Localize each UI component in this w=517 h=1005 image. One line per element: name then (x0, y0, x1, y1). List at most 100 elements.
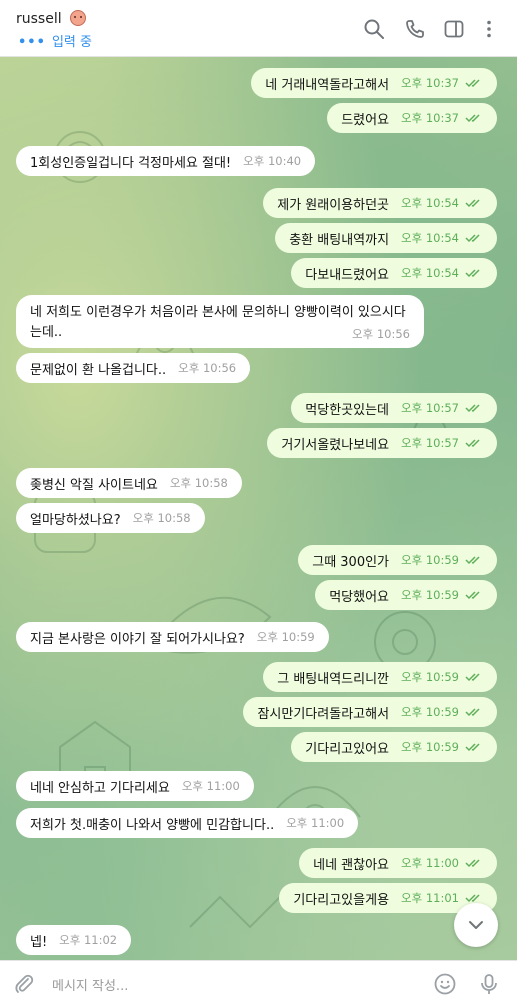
outgoing-message[interactable]: 먹당한곳있는데 오후 10:57 (291, 393, 497, 423)
message-text: 네 거래내역돌라고해서 (265, 77, 390, 93)
outgoing-message[interactable]: 잠시만기다려돌라고해서 오후 10:59 (243, 697, 497, 727)
emoji-icon[interactable] (433, 972, 457, 996)
message-time: 오후 10:59 (256, 630, 315, 644)
double-check-icon (465, 114, 480, 123)
message-text: 지금 본사랑은 이야기 잘 되어가시나요? (30, 631, 245, 647)
message-text: 네네 괜찮아요 (313, 857, 390, 873)
message-text: 먹당한곳있는데 (305, 402, 390, 418)
message-text: 잠시만기다려돌라고해서 (257, 706, 390, 722)
outgoing-message[interactable]: 네네 괜찮아요 오후 11:00 (299, 848, 497, 878)
more-vertical-icon[interactable] (478, 18, 500, 40)
incoming-message[interactable]: 네 저희도 이런경우가 처음이라 본사에 문의하니 양빵이력이 있으시다는데..… (16, 295, 424, 348)
search-icon[interactable] (363, 18, 385, 40)
message-text: 얼마당하셨나요? (30, 512, 121, 528)
message-time: 오후 10:59 (401, 588, 459, 602)
microphone-icon[interactable] (477, 972, 501, 996)
message-time: 오후 10:59 (401, 740, 459, 754)
message-time: 오후 11:00 (181, 779, 240, 793)
outgoing-message[interactable]: 그때 300인가 오후 10:59 (298, 545, 497, 575)
incoming-message[interactable]: 얼마당하셨나요? 오후 10:58 (16, 503, 205, 533)
incoming-message[interactable]: 넵! 오후 11:02 (16, 925, 132, 955)
message-time: 오후 11:01 (401, 891, 459, 905)
message-text: 충환 배팅내역까지 (289, 232, 390, 248)
message-composer: 메시지 작성... (0, 960, 517, 1005)
typing-status-label: 입력 중 (51, 35, 92, 50)
message-text: 그때 300인가 (312, 554, 390, 570)
double-check-icon (465, 894, 480, 903)
message-time: 오후 10:54 (401, 196, 459, 210)
message-text: 넵! (30, 934, 48, 950)
double-check-icon (465, 556, 480, 565)
chat-name[interactable]: russell (16, 11, 62, 27)
outgoing-message[interactable]: 기다리고있어요 오후 10:59 (291, 732, 497, 762)
message-time: 오후 10:54 (401, 231, 459, 245)
message-text: 1회성인증일겁니다 걱정마세요 절대! (30, 155, 232, 171)
sidebar-toggle-icon[interactable] (443, 18, 465, 40)
message-text: 저희가 첫.매충이 나와서 양빵에 민감합니다.. (30, 817, 275, 833)
message-text: 거기서올렸나보네요 (281, 437, 390, 453)
double-check-icon (465, 199, 480, 208)
message-text: 네네 안심하고 기다리세요 (30, 780, 170, 796)
message-time: 오후 10:56 (352, 327, 410, 341)
outgoing-message[interactable]: 제가 원래이용하던곳 오후 10:54 (263, 188, 497, 218)
message-time: 오후 10:54 (401, 266, 459, 280)
double-check-icon (465, 743, 480, 752)
message-time: 오후 11:00 (286, 816, 345, 830)
message-time: 오후 10:56 (178, 361, 237, 375)
double-check-icon (465, 79, 480, 88)
message-time: 오후 10:59 (401, 553, 459, 567)
phone-icon[interactable] (404, 18, 426, 40)
double-check-icon (465, 269, 480, 278)
double-check-icon (465, 708, 480, 717)
double-check-icon (465, 404, 480, 413)
outgoing-message[interactable]: 네 거래내역돌라고해서 오후 10:37 (251, 68, 497, 98)
incoming-message[interactable]: 1회성인증일겁니다 걱정마세요 절대! 오후 10:40 (16, 146, 316, 176)
message-time: 오후 10:40 (243, 154, 302, 168)
message-time: 오후 10:59 (401, 705, 459, 719)
incoming-message[interactable]: 좆병신 악질 사이트네요 오후 10:58 (16, 468, 242, 498)
double-check-icon (465, 591, 480, 600)
message-text: 다보내드렸어요 (305, 267, 390, 283)
message-time: 오후 10:57 (401, 436, 459, 450)
message-time: 오후 10:37 (401, 111, 459, 125)
message-input[interactable]: 메시지 작성... (52, 975, 128, 994)
double-check-icon (465, 673, 480, 682)
outgoing-message[interactable]: 다보내드렸어요 오후 10:54 (291, 258, 497, 288)
incoming-message[interactable]: 지금 본사랑은 이야기 잘 되어가시나요? 오후 10:59 (16, 622, 329, 652)
wallpaper-doodle-icon (399, 394, 461, 458)
double-check-icon (465, 234, 480, 243)
incoming-message[interactable]: 문제없이 환 나올겁니다.. 오후 10:56 (16, 353, 251, 383)
outgoing-message[interactable]: 그 배팅내역드리니깐 오후 10:59 (263, 662, 497, 692)
typing-status: ••• 입력 중 (18, 31, 92, 50)
chevron-down-icon (469, 921, 483, 929)
message-time: 오후 10:58 (132, 511, 191, 525)
message-text: 먹당했어요 (329, 589, 390, 605)
incoming-message[interactable]: 저희가 첫.매충이 나와서 양빵에 민감합니다.. 오후 11:00 (16, 808, 359, 838)
message-time: 오후 10:59 (401, 670, 459, 684)
message-time: 오후 10:37 (401, 76, 459, 90)
face-emoji-icon (70, 10, 87, 26)
double-check-icon (465, 439, 480, 448)
message-time: 오후 10:58 (169, 476, 228, 490)
attach-icon[interactable] (12, 972, 36, 996)
message-text: 기다리고있어요 (305, 741, 390, 757)
chat-area[interactable]: 네 거래내역돌라고해서 오후 10:37 드렸어요 오후 10:37 1회성인증일겁니다… (0, 57, 517, 960)
message-text: 드렸어요 (341, 112, 390, 128)
scroll-down-button[interactable] (454, 903, 498, 947)
outgoing-message[interactable]: 거기서올렸나보네요 오후 10:57 (267, 428, 497, 458)
chat-title[interactable]: russell (16, 10, 87, 27)
message-text: 기다리고있을게용 (293, 892, 390, 908)
message-time: 오후 10:57 (401, 401, 459, 415)
message-text: 문제없이 환 나올겁니다.. (30, 362, 167, 378)
outgoing-message[interactable]: 드렸어요 오후 10:37 (327, 103, 497, 133)
message-text: 좆병신 악질 사이트네요 (30, 477, 158, 493)
typing-dots-icon: ••• (18, 35, 46, 50)
message-time: 오후 11:02 (59, 933, 118, 947)
outgoing-message[interactable]: 충환 배팅내역까지 오후 10:54 (275, 223, 497, 253)
message-time: 오후 11:00 (401, 856, 459, 870)
outgoing-message[interactable]: 먹당했어요 오후 10:59 (315, 580, 497, 610)
incoming-message[interactable]: 네네 안심하고 기다리세요 오후 11:00 (16, 771, 254, 801)
message-text: 제가 원래이용하던곳 (277, 197, 390, 213)
message-text: 그 배팅내역드리니깐 (277, 671, 390, 687)
double-check-icon (465, 859, 480, 868)
